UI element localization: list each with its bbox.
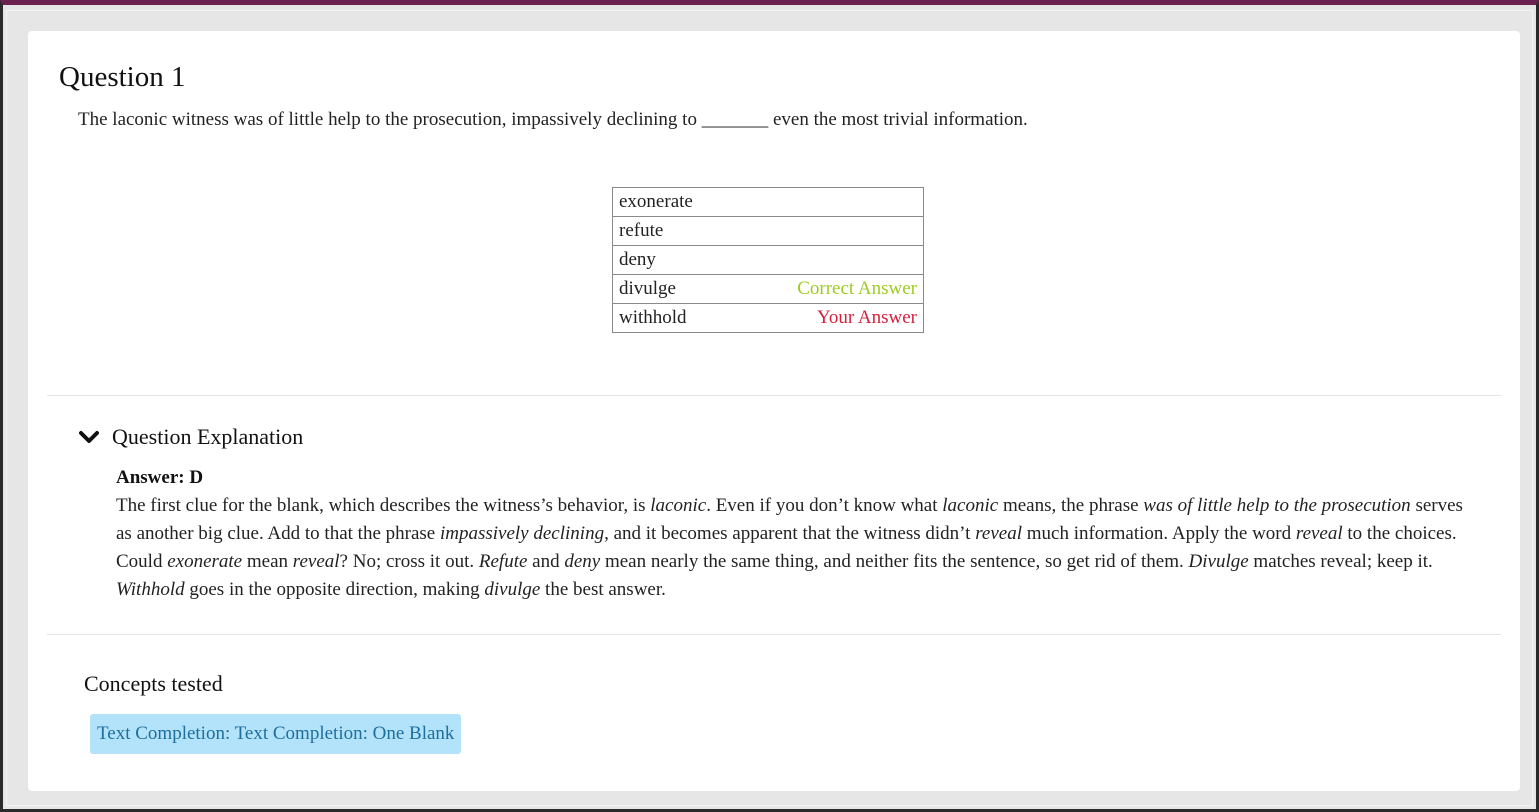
answer-choices-table: exonerate refute deny divulge Correct An…	[612, 187, 924, 333]
choice-row-a[interactable]: exonerate	[612, 187, 924, 217]
section-divider	[47, 395, 1501, 396]
correct-answer-tag: Correct Answer	[797, 278, 917, 299]
concept-tag[interactable]: Text Completion: Text Completion: One Bl…	[90, 714, 462, 754]
choice-row-c[interactable]: deny	[612, 245, 924, 275]
choice-label: deny	[619, 249, 656, 270]
explanation-body: The first clue for the blank, which desc…	[116, 495, 1463, 600]
choice-cell[interactable]: exonerate	[612, 187, 924, 217]
chevron-down-icon	[79, 431, 99, 443]
choice-label: refute	[619, 220, 664, 241]
app-frame: Question 1 The laconic witness was of li…	[0, 0, 1539, 812]
choice-label: exonerate	[619, 191, 693, 212]
choice-row-d[interactable]: divulge Correct Answer	[612, 274, 924, 304]
explanation-title: Question Explanation	[112, 424, 304, 449]
choice-row-e[interactable]: withhold Your Answer	[612, 303, 924, 333]
choice-cell[interactable]: refute	[612, 216, 924, 246]
choice-label: withhold	[619, 307, 687, 328]
choice-cell[interactable]: divulge Correct Answer	[612, 274, 924, 304]
question-card: Question 1 The laconic witness was of li…	[28, 31, 1520, 791]
choice-label: divulge	[619, 278, 676, 299]
choice-row-b[interactable]: refute	[612, 216, 924, 246]
choice-cell[interactable]: withhold Your Answer	[612, 303, 924, 333]
question-title: Question 1	[59, 61, 186, 93]
concepts-title: Concepts tested	[84, 671, 223, 696]
your-answer-tag: Your Answer	[817, 307, 917, 328]
choice-cell[interactable]: deny	[612, 245, 924, 275]
explanation-toggle[interactable]: Question Explanation	[78, 424, 303, 450]
section-divider	[47, 634, 1501, 635]
question-text: The laconic witness was of little help t…	[78, 109, 1028, 130]
answer-label: Answer: D	[116, 467, 204, 488]
